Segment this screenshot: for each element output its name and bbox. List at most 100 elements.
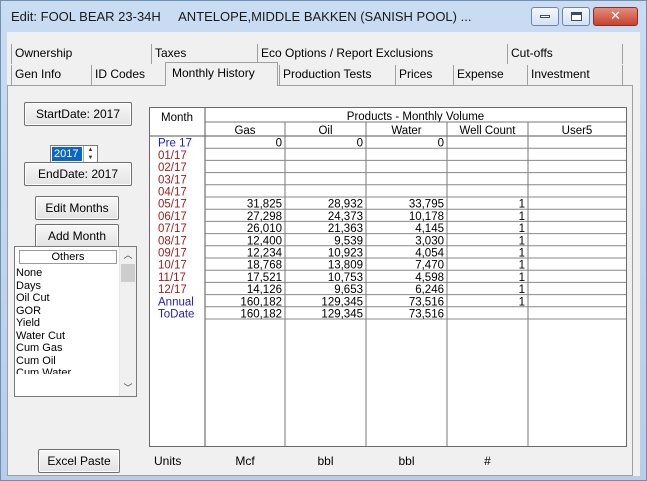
- tab-label: Monthly History: [172, 66, 255, 80]
- table-cell: 4,598: [415, 272, 444, 284]
- list-item[interactable]: Cum Gas: [16, 342, 120, 355]
- table-cell: 12,234: [247, 248, 283, 260]
- list-item[interactable]: Oil Cut: [16, 292, 120, 305]
- tab-label: Taxes: [155, 46, 187, 60]
- month-cell: Pre 17: [158, 138, 192, 150]
- table-cell: 1: [519, 272, 525, 284]
- monthly-volume-grid[interactable]: Month Products - Monthly Volume Gas Oil Wate…: [149, 107, 627, 447]
- month-cell: 12/17: [158, 284, 187, 296]
- table-cell: 4,054: [415, 248, 444, 260]
- table-cell: 7,470: [415, 260, 444, 272]
- spin-down-icon[interactable]: ▼: [84, 154, 97, 162]
- table-cell: 10,178: [409, 211, 444, 223]
- tab-label: Cut-offs: [511, 46, 553, 60]
- scroll-thumb[interactable]: [121, 264, 135, 282]
- tab-monthly-history[interactable]: Monthly History: [165, 62, 278, 86]
- title-bar[interactable]: Edit: FOOL BEAR 23-34H ANTELOPE,MIDDLE B…: [1, 1, 646, 31]
- table-cell: 28,932: [328, 199, 363, 211]
- tab-id-codes[interactable]: ID Codes: [91, 65, 165, 85]
- products-group-header: Products - Monthly Volume: [347, 111, 484, 123]
- minimize-button[interactable]: [531, 7, 559, 26]
- table-cell: 129,345: [321, 296, 363, 308]
- table-cell: 1: [519, 260, 525, 272]
- table-cell: 1: [519, 211, 525, 223]
- window-title: Edit: FOOL BEAR 23-34H ANTELOPE,MIDDLE B…: [11, 9, 472, 24]
- close-icon: ✕: [610, 9, 621, 24]
- others-scrollbar[interactable]: ︿ ﹀: [119, 247, 136, 396]
- tab-taxes[interactable]: Taxes: [151, 44, 257, 64]
- tab-production-tests[interactable]: Production Tests: [279, 65, 395, 85]
- tab-gen-info[interactable]: Gen Info: [11, 65, 91, 85]
- button-label: Edit Months: [45, 201, 109, 215]
- column-header: Well Count: [459, 125, 516, 137]
- table-cell: 73,516: [409, 309, 444, 321]
- list-item[interactable]: Yield: [16, 317, 120, 330]
- month-cell: 01/17: [158, 150, 187, 162]
- month-cell: 09/17: [158, 248, 187, 260]
- list-item[interactable]: GOR: [16, 305, 120, 318]
- list-item[interactable]: Water Cut: [16, 330, 120, 343]
- maximize-button[interactable]: [562, 7, 590, 26]
- tab-label: Production Tests: [283, 67, 372, 81]
- tab-row-bottom: Gen Info ID Codes Monthly History Produc…: [7, 62, 640, 86]
- scroll-down-icon[interactable]: ﹀: [120, 380, 136, 396]
- tab-eco-options[interactable]: Eco Options / Report Exclusions: [257, 44, 507, 64]
- tab-expense[interactable]: Expense: [453, 65, 527, 85]
- table-cell: 73,516: [409, 296, 444, 308]
- unit-oil: bbl: [317, 454, 334, 468]
- others-list[interactable]: None Days Oil Cut GOR Yield Water Cut Cu…: [16, 267, 120, 374]
- table-cell: 10,753: [328, 272, 363, 284]
- table-cell: 0: [276, 138, 282, 150]
- tab-prices[interactable]: Prices: [395, 65, 453, 85]
- list-item[interactable]: Cum Water: [16, 367, 120, 374]
- table-cell: 33,795: [409, 199, 444, 211]
- table-cell: 6,246: [415, 284, 444, 296]
- tab-investment[interactable]: Investment: [527, 65, 623, 85]
- grid-lines: Month Products - Monthly Volume Gas Oil Wate…: [150, 108, 626, 446]
- table-cell: 12,400: [247, 235, 282, 247]
- table-cell: 14,126: [247, 284, 282, 296]
- monthly-history-page: StartDate: 2017 2017 ▲ ▼ EndDate: 2017 E…: [7, 85, 633, 476]
- list-item[interactable]: None: [16, 267, 120, 280]
- excel-paste-button[interactable]: Excel Paste: [38, 449, 120, 473]
- month-cell: 07/17: [158, 223, 187, 235]
- table-cell: 160,182: [240, 296, 282, 308]
- month-cell: 08/17: [158, 235, 187, 247]
- table-cell: 27,298: [247, 211, 282, 223]
- spinner-buttons[interactable]: ▲ ▼: [83, 146, 97, 162]
- table-cell: 0: [438, 138, 444, 150]
- others-listbox[interactable]: Others None Days Oil Cut GOR Yield Water…: [14, 246, 137, 397]
- tab-cut-offs[interactable]: Cut-offs: [507, 44, 623, 64]
- table-cell: 21,363: [328, 223, 363, 235]
- month-cell: 02/17: [158, 162, 187, 174]
- button-label: Excel Paste: [47, 454, 111, 468]
- tab-label: ID Codes: [95, 67, 146, 81]
- scroll-up-icon[interactable]: ︿: [120, 247, 136, 263]
- table-cell: 0: [357, 138, 363, 150]
- close-button[interactable]: ✕: [593, 7, 638, 26]
- table-cell: 4,145: [415, 223, 444, 235]
- year-spinner[interactable]: 2017 ▲ ▼: [50, 145, 98, 163]
- table-cell: 1: [519, 223, 525, 235]
- start-date-button[interactable]: StartDate: 2017: [24, 102, 132, 126]
- tab-ownership[interactable]: Ownership: [11, 44, 151, 64]
- list-item[interactable]: Cum Oil: [16, 355, 120, 368]
- spin-up-icon[interactable]: ▲: [84, 146, 97, 154]
- end-date-button[interactable]: EndDate: 2017: [24, 162, 132, 186]
- table-cell: 17,521: [247, 272, 282, 284]
- unit-gas: Mcf: [235, 454, 255, 468]
- maximize-icon: [570, 12, 582, 21]
- table-cell: 10,923: [328, 248, 363, 260]
- table-cell: 160,182: [240, 309, 282, 321]
- units-label: Units: [154, 454, 182, 468]
- edit-months-button[interactable]: Edit Months: [35, 196, 119, 220]
- tab-label: Prices: [399, 67, 433, 81]
- add-month-button[interactable]: Add Month: [35, 224, 119, 248]
- table-cell: 1: [519, 248, 525, 260]
- month-header: Month: [161, 112, 193, 124]
- list-item[interactable]: Days: [16, 280, 120, 293]
- table-cell: 26,010: [247, 223, 282, 235]
- dialog-client: Ownership Taxes Eco Options / Report Exc…: [7, 32, 640, 476]
- tab-label: Eco Options / Report Exclusions: [261, 46, 434, 60]
- year-value[interactable]: 2017: [52, 147, 82, 161]
